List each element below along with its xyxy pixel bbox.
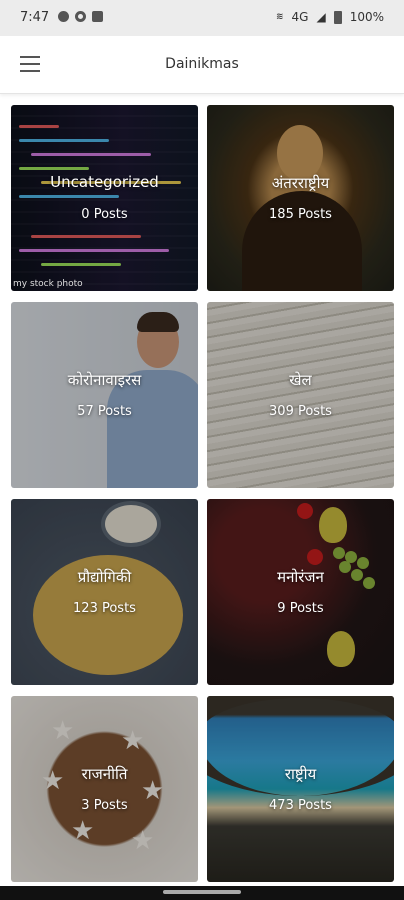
category-card-entertainment[interactable]: मनोरंजन 9 Posts <box>207 499 394 685</box>
messenger-icon <box>58 11 69 22</box>
category-name: Uncategorized <box>50 173 159 191</box>
category-post-count: 473 Posts <box>269 798 332 813</box>
notification-icons <box>58 11 103 22</box>
category-name: कोरोनावाइरस <box>67 371 142 389</box>
category-name: खेल <box>289 371 312 389</box>
category-card-politics[interactable]: ★ ★ ★ ★ ★ ★ राजनीति 3 Posts <box>11 696 198 882</box>
category-card-sports[interactable]: खेल 309 Posts <box>207 302 394 488</box>
status-time: 7:47 <box>20 10 50 25</box>
category-post-count: 185 Posts <box>269 207 332 222</box>
category-post-count: 309 Posts <box>269 404 332 419</box>
app-bar: Dainikmas <box>0 36 404 94</box>
category-post-count: 0 Posts <box>81 207 128 222</box>
category-card-national[interactable]: राष्ट्रीय 473 Posts <box>207 696 394 882</box>
system-status: ≋ 4G ◢ 100% <box>276 10 384 24</box>
category-name: प्रौद्योगिकी <box>77 568 132 586</box>
category-name: राजनीति <box>81 765 128 783</box>
facebook-icon <box>92 11 103 22</box>
gear-icon <box>75 11 86 22</box>
category-card-uncategorized[interactable]: Uncategorized 0 Posts my stock photo <box>11 105 198 291</box>
category-post-count: 57 Posts <box>77 404 132 419</box>
category-grid: Uncategorized 0 Posts my stock photo अंत… <box>11 105 394 882</box>
category-name: अंतरराष्ट्रीय <box>271 174 330 192</box>
home-gesture-handle[interactable] <box>163 890 241 894</box>
signal-icon: ◢ <box>316 10 326 24</box>
category-post-count: 9 Posts <box>277 601 324 616</box>
category-name: मनोरंजन <box>277 568 324 586</box>
battery-percent: 100% <box>349 10 384 24</box>
category-card-international[interactable]: अंतरराष्ट्रीय 185 Posts <box>207 105 394 291</box>
network-type: 4G <box>291 10 309 24</box>
category-post-count: 3 Posts <box>81 798 128 813</box>
system-navigation-bar <box>0 886 404 900</box>
status-bar: 7:47 ≋ 4G ◢ 100% <box>0 0 404 36</box>
wifi-icon: ≋ <box>275 12 284 22</box>
image-credit: my stock photo <box>13 279 83 289</box>
category-name: राष्ट्रीय <box>284 765 317 783</box>
app-title: Dainikmas <box>165 56 239 72</box>
battery-icon <box>333 10 342 24</box>
category-card-technology[interactable]: प्रौद्योगिकी 123 Posts <box>11 499 198 685</box>
category-card-coronavirus[interactable]: कोरोनावाइरस 57 Posts <box>11 302 198 488</box>
category-post-count: 123 Posts <box>73 601 136 616</box>
